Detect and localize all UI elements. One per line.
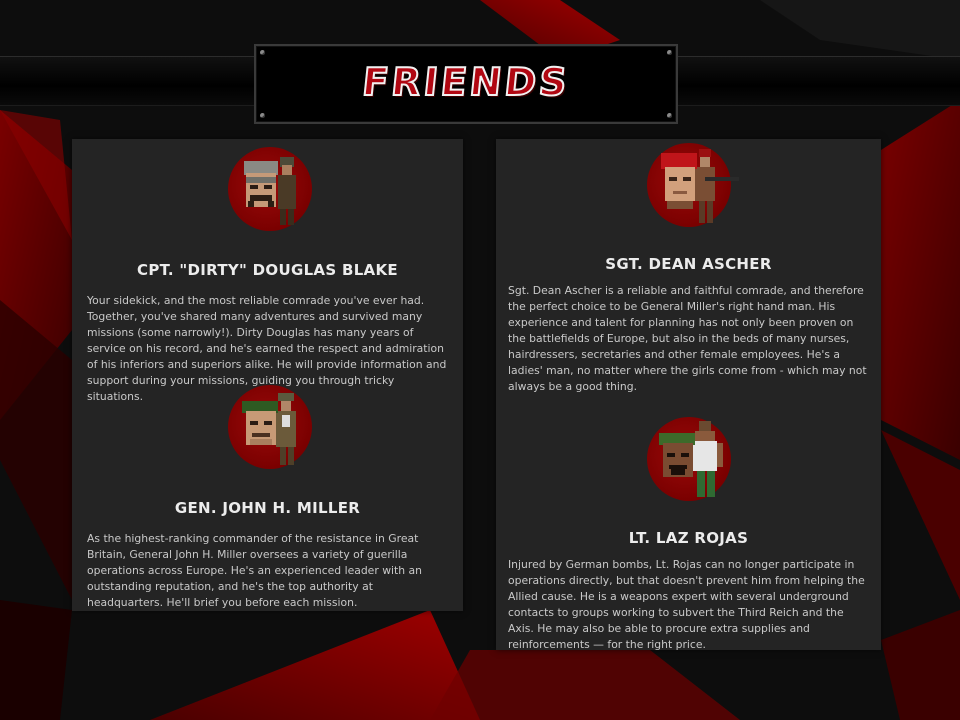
portrait-wrap xyxy=(72,147,463,237)
friend-description: As the highest-ranking commander of the … xyxy=(87,532,422,609)
friend-entry-douglas-blake: CPT. "DIRTY" DOUGLAS BLAKE Your sidekick… xyxy=(72,147,463,405)
friend-name: GEN. JOHN H. MILLER xyxy=(174,499,361,517)
friend-description: Injured by German bombs, Lt. Rojas can n… xyxy=(508,558,865,651)
dean-ascher-portrait-icon xyxy=(647,143,739,227)
friends-card-left: CPT. "DIRTY" DOUGLAS BLAKE Your sidekick… xyxy=(72,139,463,611)
friend-entry-laz-rojas: LT. LAZ ROJAS Injured by German bombs, L… xyxy=(496,417,881,653)
friend-description: Sgt. Dean Ascher is a reliable and faith… xyxy=(508,284,867,393)
friends-card-right: SGT. DEAN ASCHER Sgt. Dean Ascher is a r… xyxy=(496,139,881,653)
friend-entry-john-miller: GEN. JOHN H. MILLER As the highest-ranki… xyxy=(72,385,463,611)
friend-name: SGT. DEAN ASCHER xyxy=(605,255,772,273)
portrait-wrap xyxy=(496,417,881,507)
laz-rojas-portrait-icon xyxy=(647,417,731,501)
portrait-wrap xyxy=(496,143,881,233)
portrait-wrap xyxy=(72,385,463,475)
header-plate: FRIENDS xyxy=(254,44,678,124)
rivet xyxy=(667,50,672,55)
page-title: FRIENDS xyxy=(359,59,573,105)
rivet xyxy=(260,113,265,118)
rivet xyxy=(667,113,672,118)
friend-name: CPT. "DIRTY" DOUGLAS BLAKE xyxy=(137,261,398,279)
douglas-blake-portrait-icon xyxy=(228,147,312,231)
rivet xyxy=(260,50,265,55)
friend-name: LT. LAZ ROJAS xyxy=(628,529,749,547)
john-miller-portrait-icon xyxy=(228,385,312,469)
friend-entry-dean-ascher: SGT. DEAN ASCHER Sgt. Dean Ascher is a r… xyxy=(496,143,881,395)
